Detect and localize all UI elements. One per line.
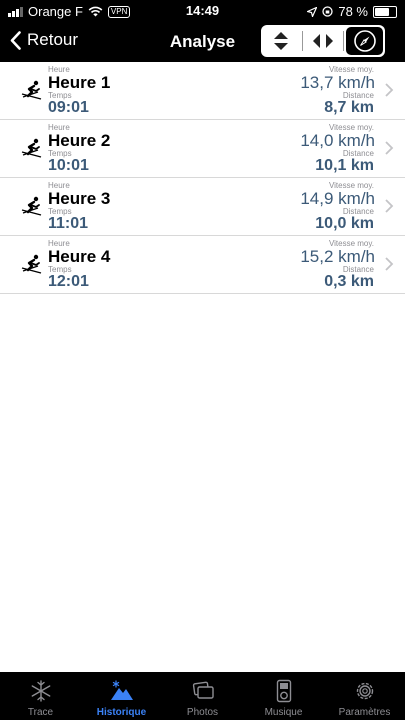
chevron-right-icon <box>385 141 394 155</box>
tab-label: Musique <box>264 707 303 718</box>
row-speed: 15,2 km/h <box>300 247 375 266</box>
tab-label: Historique <box>96 707 147 718</box>
chevron-right-icon <box>385 83 394 97</box>
row-distance: 10,0 km <box>315 215 374 232</box>
location-arrow-icon <box>307 6 318 17</box>
status-bar: Orange F VPN 14:49 78 % <box>0 0 405 22</box>
gear-icon <box>356 682 373 700</box>
lock-rotation-icon <box>322 6 334 17</box>
row-time: 09:01 <box>48 99 89 116</box>
row-title: Heure 1 <box>48 73 111 92</box>
tab-parametres[interactable]: Paramètres <box>324 672 405 720</box>
battery-percent: 78 % <box>338 4 368 19</box>
row-speed: 14,9 km/h <box>300 189 375 208</box>
tab-musique[interactable]: Musique <box>243 672 324 720</box>
skier-icon <box>21 80 42 100</box>
list-item[interactable]: Heure Heure 3 Temps 11:01 Vitesse moy. 1… <box>0 178 405 236</box>
snowflake-icon <box>31 680 50 702</box>
tab-photos[interactable]: Photos <box>162 672 243 720</box>
tab-bar: Trace Historique Photos Musique Paramètr… <box>0 672 405 720</box>
status-right: 78 % <box>307 4 397 19</box>
segment-divider <box>343 31 345 51</box>
list-item[interactable]: Heure Heure 2 Temps 10:01 Vitesse moy. 1… <box>0 120 405 178</box>
segmented-control <box>261 25 385 57</box>
row-speed: 14,0 km/h <box>300 131 375 150</box>
row-time: 10:01 <box>48 157 89 174</box>
back-button[interactable]: Retour <box>10 30 78 50</box>
segment-sort-vertical[interactable] <box>261 25 302 57</box>
row-distance: 10,1 km <box>315 157 374 174</box>
split-horizontal-icon <box>312 34 333 48</box>
row-time: 12:01 <box>48 273 89 290</box>
segment-compass[interactable] <box>346 27 383 55</box>
analysis-list: Heure Heure 1 Temps 09:01 Vitesse moy. 1… <box>0 62 405 294</box>
list-item[interactable]: Heure Heure 1 Temps 09:01 Vitesse moy. 1… <box>0 62 405 120</box>
sort-vertical-icon <box>274 32 289 50</box>
skier-icon <box>21 138 42 158</box>
battery-icon <box>373 5 397 18</box>
row-time: 11:01 <box>48 215 89 232</box>
row-title: Heure 3 <box>48 189 111 208</box>
chevron-right-icon <box>385 199 394 213</box>
compass-icon <box>353 30 376 52</box>
row-speed: 13,7 km/h <box>300 73 375 92</box>
list-item[interactable]: Heure Heure 4 Temps 12:01 Vitesse moy. 1… <box>0 236 405 294</box>
navigation-bar: Retour Analyse <box>0 22 405 62</box>
skier-icon <box>21 254 42 274</box>
chevron-right-icon <box>385 257 394 271</box>
chevron-left-icon <box>10 30 21 50</box>
skier-icon <box>21 196 42 216</box>
row-distance: 0,3 km <box>324 273 374 290</box>
tab-label: Paramètres <box>338 707 391 718</box>
photos-icon <box>192 681 214 699</box>
tab-historique[interactable]: Historique <box>81 672 162 720</box>
tab-label: Trace <box>27 707 54 718</box>
tab-label: Photos <box>186 707 219 718</box>
mountain-icon <box>110 680 133 700</box>
row-title: Heure 2 <box>48 131 111 150</box>
row-title: Heure 4 <box>48 247 111 266</box>
tab-trace[interactable]: Trace <box>0 672 81 720</box>
music-player-icon <box>276 679 291 703</box>
back-label: Retour <box>27 30 79 49</box>
segment-split-horizontal[interactable] <box>303 25 344 57</box>
row-distance: 8,7 km <box>324 99 374 116</box>
